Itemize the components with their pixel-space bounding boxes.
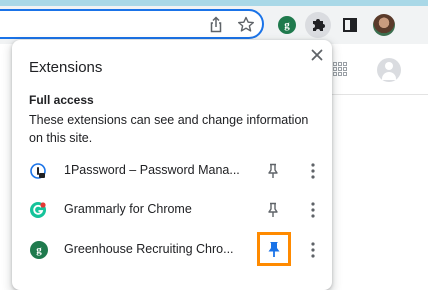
greenhouse-extension-icon[interactable]: g — [278, 16, 296, 34]
section-title: Full access — [29, 93, 94, 107]
side-panel-icon — [343, 18, 357, 32]
greenhouse-icon: g — [30, 241, 48, 259]
extensions-button[interactable] — [305, 12, 331, 38]
more-options-icon[interactable] — [306, 161, 320, 181]
popup-title: Extensions — [29, 59, 103, 76]
1password-icon — [30, 163, 46, 179]
extension-name: 1Password – Password Mana... — [64, 163, 240, 177]
browser-toolbar: g — [0, 6, 428, 44]
extensions-puzzle-icon — [313, 19, 325, 31]
side-panel-button[interactable] — [337, 12, 363, 38]
profile-avatar[interactable] — [373, 14, 395, 36]
share-icon[interactable] — [206, 15, 226, 35]
extensions-popup: Extensions Full access These extensions … — [12, 40, 332, 290]
extension-name: Grammarly for Chrome — [64, 202, 192, 216]
more-options-icon[interactable] — [306, 240, 320, 260]
extension-row-grammarly[interactable]: Grammarly for Chrome — [12, 194, 332, 226]
page-account-avatar-icon[interactable] — [377, 58, 401, 82]
page-divider — [330, 94, 428, 95]
close-icon[interactable] — [308, 46, 326, 64]
extension-name: Greenhouse Recruiting Chro... — [64, 242, 234, 256]
extension-row-1password[interactable]: 1Password – Password Mana... — [12, 155, 332, 187]
section-description: These extensions can see and change info… — [29, 113, 309, 145]
extension-row-greenhouse[interactable]: g Greenhouse Recruiting Chro... — [12, 232, 332, 266]
more-options-icon[interactable] — [306, 200, 320, 220]
pin-icon[interactable] — [262, 160, 284, 182]
grammarly-icon — [30, 202, 46, 218]
pin-icon[interactable] — [262, 199, 284, 221]
bookmark-star-icon[interactable] — [236, 15, 256, 35]
pinned-pin-icon[interactable] — [257, 232, 291, 266]
apps-grid-icon[interactable] — [333, 62, 347, 76]
